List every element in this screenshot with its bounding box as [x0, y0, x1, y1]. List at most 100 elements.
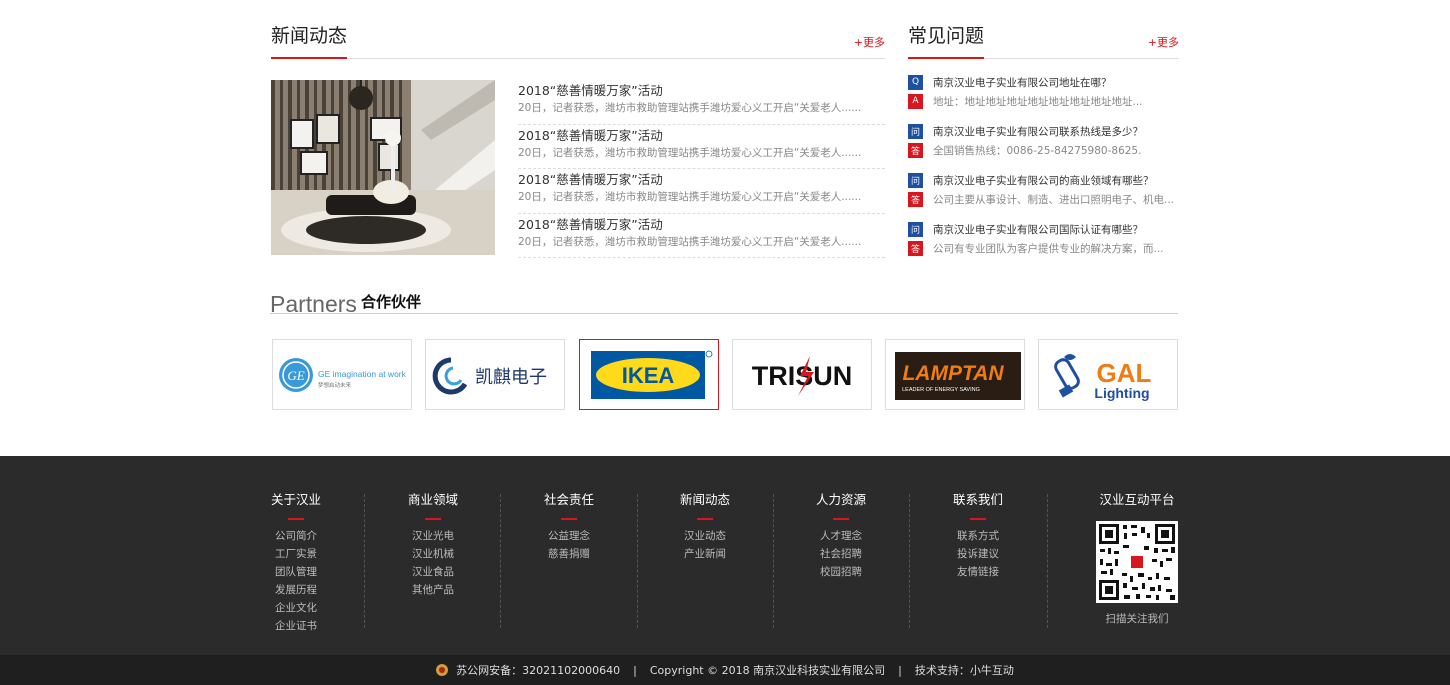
icp-record[interactable]: 苏公网安备：32021102000640 — [456, 662, 620, 678]
lamptan-logo-text: LAMPTAN — [903, 362, 1005, 385]
answer-tag-icon: 答 — [908, 142, 923, 158]
news-item[interactable]: 2018“慈善情暖万家”活动 20日，记者获悉，潍坊市救助管理站携手潍坊爱心义工… — [518, 125, 885, 169]
footer-link[interactable]: 产业新闻 — [637, 545, 773, 563]
faq-question[interactable]: 南京汉业电子实业有限公司联系热线是多少？ — [933, 124, 1143, 139]
police-badge-icon — [436, 664, 449, 676]
footer-col-underline — [288, 518, 304, 520]
footer-col-title[interactable]: 商业领域 — [365, 492, 501, 508]
partner-logo-kaiqi[interactable]: 凯麒电子 — [425, 339, 566, 410]
footer-col-title[interactable]: 新闻动态 — [637, 492, 773, 508]
answer-tag-icon: A — [908, 93, 923, 109]
footer-col-contact: 联系我们 联系方式 投诉建议 友情链接 — [910, 492, 1046, 581]
news-item-title[interactable]: 2018“慈善情暖万家”活动 — [518, 216, 885, 234]
kaiqi-logo-text: 凯麒电子 — [475, 367, 547, 388]
footer-bottom-bar: 苏公网安备：32021102000640 | Copyright © 2018 … — [0, 655, 1450, 685]
footer-link[interactable]: 慈善捐赠 — [501, 545, 637, 563]
news-item[interactable]: 2018“慈善情暖万家”活动 20日，记者获悉，潍坊市救助管理站携手潍坊爱心义工… — [518, 169, 885, 214]
footer-link[interactable]: 友情链接 — [910, 563, 1046, 581]
footer-col-underline — [425, 518, 441, 520]
news-header: 新闻动态 +更多 — [271, 24, 885, 59]
partners-title-cn: 合作伙伴 — [361, 293, 422, 311]
partner-logo-trisun[interactable]: TRISUN — [731, 339, 872, 410]
faq-question[interactable]: 南京汉业电子实业有限公司的商业领域有哪些？ — [933, 173, 1154, 188]
footer-link[interactable]: 企业证书 — [228, 617, 364, 635]
footer-link[interactable]: 团队管理 — [228, 563, 364, 581]
faq-question[interactable]: 南京汉业电子实业有限公司地址在哪？ — [933, 75, 1112, 90]
faq-item: 问南京汉业电子实业有限公司联系热线是多少？ 答全国销售热线：0086-25-84… — [908, 122, 1179, 171]
partner-logo-lamptan[interactable]: LAMPTAN LEADER OF ENERGY SAVING — [885, 339, 1026, 410]
partner-logo-ikea[interactable]: IKEA — [578, 339, 719, 410]
footer-link[interactable]: 汉业食品 — [365, 563, 501, 581]
faq-section: 常见问题 +更多 Q 南京汉业电子实业有限公司地址在哪？ A 地址：地址地址地址地址… — [908, 24, 1179, 256]
faq-more-link[interactable]: +更多 — [1148, 34, 1179, 50]
faq-item: Q 南京汉业电子实业有限公司地址在哪？ A 地址：地址地址地址地址地址地址地址地址.… — [908, 73, 1179, 122]
footer-link[interactable]: 投诉建议 — [910, 545, 1046, 563]
news-item-desc: 20日，记者获悉，潍坊市救助管理站携手潍坊爱心义工开启“关爱老人...... — [518, 191, 862, 203]
faq-item: 问南京汉业电子实业有限公司的商业领域有哪些？ 答公司主要从事设计、制造、进出口照… — [908, 171, 1179, 220]
faq-answer: 全国销售热线：0086-25-84275980-8625. — [933, 144, 1142, 157]
footer-col-about: 关于汉业 公司简介 工厂实景 团队管理 发展历程 企业文化 企业证书 — [228, 492, 364, 635]
faq-question[interactable]: 南京汉业电子实业有限公司国际认证有哪些？ — [933, 222, 1143, 237]
partners-section: Partners 合作伙伴 GE GE imagination at work … — [270, 288, 1179, 410]
tech-support-text[interactable]: 技术支持：小牛互动 — [915, 662, 1014, 678]
lamptan-logo-sub: LEADER OF ENERGY SAVING — [902, 387, 980, 393]
footer-link[interactable]: 企业文化 — [228, 599, 364, 617]
question-tag-icon: 问 — [908, 123, 923, 139]
news-item-desc: 20日，记者获悉，潍坊市救助管理站携手潍坊爱心义工开启“关爱老人...... — [518, 102, 862, 114]
footer-col-title[interactable]: 联系我们 — [910, 492, 1046, 508]
faq-item: 问南京汉业电子实业有限公司国际认证有哪些？ 答公司有专业团队为客户提供专业的解决… — [908, 220, 1179, 269]
question-tag-icon: Q — [908, 74, 923, 90]
faq-answer: 公司有专业团队为客户提供专业的解决方案，而... — [933, 242, 1164, 255]
qr-title: 汉业互动平台 — [1099, 492, 1175, 507]
page: 新闻动态 +更多 2018“慈善情暖万家”活动 20日，记者获悉，潍坊市救助管理… — [0, 0, 1450, 685]
footer-col-title[interactable]: 关于汉业 — [228, 492, 364, 508]
footer-col-title[interactable]: 人力资源 — [773, 492, 909, 508]
partner-logo-ge[interactable]: GE GE imagination at work 梦想启动未来 — [272, 339, 412, 410]
faq-answer: 公司主要从事设计、制造、进出口照明电子、机电... — [933, 193, 1175, 206]
footer-link[interactable]: 联系方式 — [910, 527, 1046, 545]
footer-col-underline — [833, 518, 849, 520]
footer-link[interactable]: 汉业动态 — [637, 527, 773, 545]
news-image[interactable] — [271, 80, 495, 255]
news-item-title[interactable]: 2018“慈善情暖万家”活动 — [518, 171, 885, 189]
footer-col-underline — [970, 518, 986, 520]
partners-title-en: Partners — [270, 291, 357, 317]
footer-link[interactable]: 汉业光电 — [365, 527, 501, 545]
news-item[interactable]: 2018“慈善情暖万家”活动 20日，记者获悉，潍坊市救助管理站携手潍坊爱心义工… — [518, 214, 885, 258]
news-section: 新闻动态 +更多 2018“慈善情暖万家”活动 20日，记者获悉，潍坊市救助管理… — [271, 24, 885, 258]
ge-logo-sub: 梦想启动未来 — [318, 381, 352, 389]
news-more-link[interactable]: +更多 — [854, 34, 885, 50]
footer-col-business: 商业领域 汉业光电 汉业机械 汉业食品 其他产品 — [365, 492, 501, 599]
footer-link[interactable]: 汉业机械 — [365, 545, 501, 563]
ge-logo-mark: GE — [287, 368, 304, 383]
footer-divider — [1047, 494, 1048, 628]
faq-list: Q 南京汉业电子实业有限公司地址在哪？ A 地址：地址地址地址地址地址地址地址地址.… — [908, 73, 1179, 269]
footer-col-title[interactable]: 社会责任 — [501, 492, 637, 508]
ikea-logo-text: IKEA — [621, 363, 674, 388]
footer-link[interactable]: 人才理念 — [773, 527, 909, 545]
footer-col-csr: 社会责任 公益理念 慈善捐赠 — [501, 492, 637, 563]
partner-logo-gal[interactable]: GAL Lighting — [1038, 339, 1179, 410]
footer-link[interactable]: 工厂实景 — [228, 545, 364, 563]
news-item-title[interactable]: 2018“慈善情暖万家”活动 — [518, 127, 885, 145]
partners-header: Partners 合作伙伴 — [270, 288, 1178, 317]
footer-link[interactable]: 社会招聘 — [773, 545, 909, 563]
footer-link[interactable]: 发展历程 — [228, 581, 364, 599]
separator: | — [898, 663, 902, 677]
footer-col-hr: 人力资源 人才理念 社会招聘 校园招聘 — [773, 492, 909, 581]
qr-caption: 扫描关注我们 — [1105, 613, 1169, 625]
footer-col-news: 新闻动态 汉业动态 产业新闻 — [637, 492, 773, 563]
footer-col-underline — [697, 518, 713, 520]
ge-logo-text: GE imagination at work — [318, 369, 407, 379]
footer-link[interactable]: 其他产品 — [365, 581, 501, 599]
news-item-title[interactable]: 2018“慈善情暖万家”活动 — [518, 82, 885, 100]
footer-link[interactable]: 校园招聘 — [773, 563, 909, 581]
question-tag-icon: 问 — [908, 221, 923, 237]
footer-link[interactable]: 公司简介 — [228, 527, 364, 545]
answer-tag-icon: 答 — [908, 240, 923, 256]
footer-link[interactable]: 公益理念 — [501, 527, 637, 545]
answer-tag-icon: 答 — [908, 191, 923, 207]
faq-answer: 地址：地址地址地址地址地址地址地址地址... — [933, 95, 1143, 108]
copyright-text: Copyright © 2018 南京汉业科技实业有限公司 — [649, 664, 886, 677]
news-item[interactable]: 2018“慈善情暖万家”活动 20日，记者获悉，潍坊市救助管理站携手潍坊爱心义工… — [518, 80, 885, 125]
